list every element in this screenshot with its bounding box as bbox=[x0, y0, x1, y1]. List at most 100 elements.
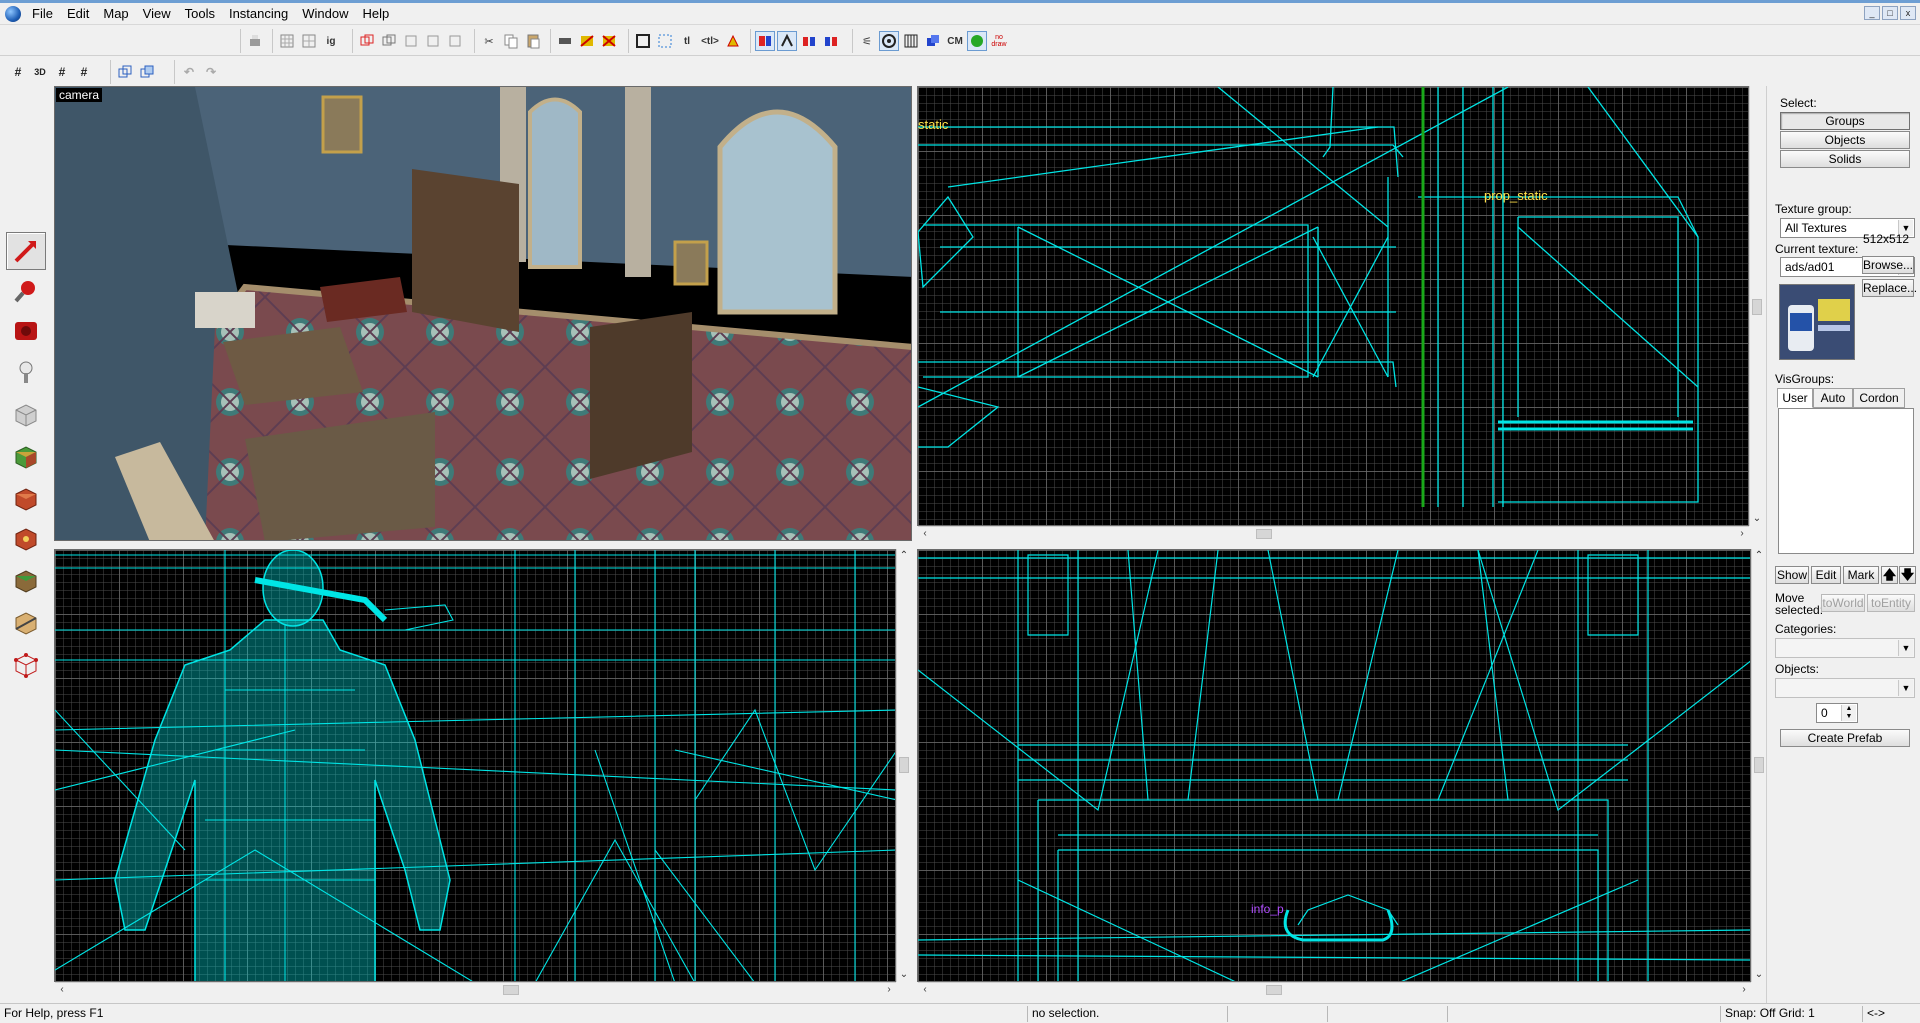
toggle-3d-grid-button[interactable]: 3D bbox=[30, 62, 50, 82]
top-viewport-hscroll[interactable]: ‹ › bbox=[918, 526, 1749, 540]
scroll-thumb[interactable] bbox=[503, 985, 519, 995]
scroll-thumb[interactable] bbox=[899, 757, 909, 773]
ignore-groups-icon[interactable]: ig bbox=[321, 31, 341, 51]
grid-icon[interactable] bbox=[277, 31, 297, 51]
overlay-tool-button[interactable] bbox=[6, 562, 46, 600]
scroll-up-icon[interactable]: ⌃ bbox=[1752, 549, 1766, 563]
tab-cordon[interactable]: Cordon bbox=[1853, 388, 1905, 408]
edit-visgroup-button[interactable]: Edit bbox=[1811, 566, 1841, 584]
browse-button[interactable]: Browse... bbox=[1862, 256, 1914, 274]
scroll-right-icon[interactable]: › bbox=[1735, 527, 1749, 541]
grid-smaller-icon[interactable] bbox=[299, 31, 319, 51]
ungroup-icon[interactable] bbox=[379, 31, 399, 51]
front-2d-viewport[interactable] bbox=[54, 549, 896, 982]
restore-button[interactable]: □ bbox=[1882, 6, 1898, 20]
objects-count-stepper[interactable]: 0 ▲ ▼ bbox=[1816, 703, 1858, 723]
scroll-thumb[interactable] bbox=[1752, 299, 1762, 315]
apply-texture-tool-button[interactable] bbox=[6, 480, 46, 518]
texture-scale-lock-icon[interactable] bbox=[599, 31, 619, 51]
menu-instancing[interactable]: Instancing bbox=[222, 3, 295, 25]
toggle-sprites-icon[interactable]: ⚟ bbox=[857, 31, 877, 51]
selection-tool-button[interactable] bbox=[6, 232, 46, 270]
grid-smaller-button[interactable]: # bbox=[74, 62, 94, 82]
visgroups-list[interactable] bbox=[1778, 408, 1914, 554]
camera-tool-button[interactable] bbox=[6, 312, 46, 350]
toggle-cubemap-icon[interactable] bbox=[901, 31, 921, 51]
scroll-thumb[interactable] bbox=[1754, 757, 1764, 773]
objects-select[interactable]: ▼ bbox=[1775, 678, 1915, 698]
up-arrow-icon[interactable]: 🡅 bbox=[1881, 566, 1898, 584]
menu-view[interactable]: View bbox=[136, 3, 178, 25]
select-groups-button[interactable]: Groups bbox=[1780, 112, 1910, 130]
categories-select[interactable]: ▼ bbox=[1775, 638, 1915, 658]
selection-box-icon[interactable] bbox=[633, 31, 653, 51]
menu-map[interactable]: Map bbox=[96, 3, 135, 25]
menu-tools[interactable]: Tools bbox=[178, 3, 222, 25]
clipping-tool-button[interactable] bbox=[6, 604, 46, 642]
magnify-tool-button[interactable] bbox=[6, 272, 46, 310]
texture-lock-icon[interactable] bbox=[577, 31, 597, 51]
camera-viewport[interactable]: camera bbox=[54, 86, 912, 541]
print-icon[interactable] bbox=[245, 31, 265, 51]
paste-icon[interactable] bbox=[523, 31, 543, 51]
no-draw-icon[interactable]: no draw bbox=[989, 31, 1009, 51]
toggle-lighting-icon[interactable] bbox=[967, 31, 987, 51]
carve-icon[interactable] bbox=[555, 31, 575, 51]
redo-icon[interactable]: ↷ bbox=[201, 62, 221, 82]
group-select-icon[interactable] bbox=[115, 62, 135, 82]
hide-unselected-icon[interactable] bbox=[423, 31, 443, 51]
to-entity-button[interactable]: toEntity bbox=[1867, 594, 1915, 612]
scroll-left-icon[interactable]: ‹ bbox=[918, 527, 932, 541]
side-2d-viewport[interactable]: info_p bbox=[917, 549, 1751, 982]
front-viewport-hscroll[interactable]: ‹ › bbox=[55, 982, 896, 996]
tab-user[interactable]: User bbox=[1777, 388, 1813, 408]
unhide-icon[interactable] bbox=[445, 31, 465, 51]
texture-application-tool-button[interactable] bbox=[6, 438, 46, 476]
create-prefab-button[interactable]: Create Prefab bbox=[1780, 729, 1910, 747]
vertex-tool-icon[interactable] bbox=[777, 31, 797, 51]
scroll-down-icon[interactable]: ⌄ bbox=[1750, 512, 1764, 526]
menu-file[interactable]: File bbox=[25, 3, 60, 25]
front-viewport-vscroll[interactable]: ⌃ ⌄ bbox=[896, 549, 910, 982]
to-world-button[interactable]: toWorld bbox=[1821, 594, 1865, 612]
selection-helpers-icon[interactable] bbox=[655, 31, 675, 51]
side-viewport-vscroll[interactable]: ⌃ ⌄ bbox=[1751, 549, 1765, 982]
toggle-groups-icon[interactable] bbox=[923, 31, 943, 51]
down-arrow-icon[interactable]: 🡇 bbox=[1899, 566, 1916, 584]
spin-arrows-icon[interactable]: ▲ ▼ bbox=[1841, 705, 1856, 721]
toggle-grid-button[interactable]: # bbox=[8, 62, 28, 82]
scroll-thumb[interactable] bbox=[1266, 985, 1282, 995]
tab-auto[interactable]: Auto bbox=[1813, 388, 1853, 408]
cut-icon[interactable]: ✂ bbox=[479, 31, 499, 51]
side-viewport-hscroll[interactable]: ‹ › bbox=[918, 982, 1751, 996]
scroll-up-icon[interactable]: ⌃ bbox=[897, 549, 911, 563]
scroll-down-icon[interactable]: ⌄ bbox=[1752, 968, 1766, 982]
hide-selected-icon[interactable] bbox=[401, 31, 421, 51]
menu-help[interactable]: Help bbox=[355, 3, 396, 25]
copy-icon[interactable] bbox=[501, 31, 521, 51]
cubemap-text-icon[interactable]: CM bbox=[945, 31, 965, 51]
decal-icon[interactable] bbox=[723, 31, 743, 51]
toggle-skybox-icon[interactable] bbox=[879, 31, 899, 51]
mark-visgroup-button[interactable]: Mark bbox=[1843, 566, 1879, 584]
grid-larger-button[interactable]: # bbox=[52, 62, 72, 82]
decal-tool-button[interactable] bbox=[6, 520, 46, 558]
menu-edit[interactable]: Edit bbox=[60, 3, 96, 25]
top-2d-viewport[interactable]: static prop_static bbox=[917, 86, 1749, 526]
scroll-right-icon[interactable]: › bbox=[882, 983, 896, 997]
entity-tool-button[interactable] bbox=[6, 354, 46, 392]
undo-icon[interactable]: ↶ bbox=[179, 62, 199, 82]
minimize-button[interactable]: _ bbox=[1864, 6, 1880, 20]
close-button[interactable]: x bbox=[1900, 6, 1916, 20]
top-viewport-vscroll[interactable]: ⌄ bbox=[1749, 86, 1763, 526]
show-visgroup-button[interactable]: Show bbox=[1775, 566, 1809, 584]
select-objects-button[interactable]: Objects bbox=[1780, 131, 1910, 149]
replace-button[interactable]: Replace... bbox=[1862, 279, 1917, 297]
app-globe-icon[interactable] bbox=[5, 5, 21, 22]
vertex-tool-button[interactable] bbox=[6, 646, 46, 684]
scroll-down-icon[interactable]: ⌄ bbox=[897, 968, 911, 982]
group-icon[interactable] bbox=[357, 31, 377, 51]
models-in-3d-icon[interactable] bbox=[821, 31, 841, 51]
scroll-left-icon[interactable]: ‹ bbox=[918, 983, 932, 997]
toggle-models-2d-icon[interactable]: <tl> bbox=[699, 31, 721, 51]
